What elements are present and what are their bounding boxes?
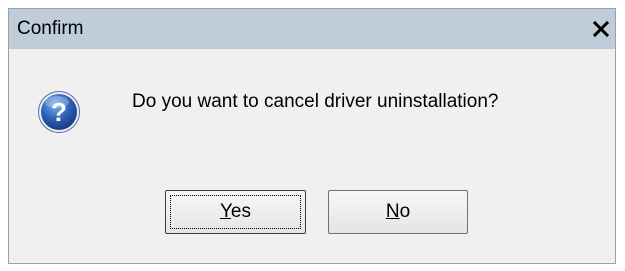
no-label-rest: o — [399, 201, 411, 222]
no-mnemonic: N — [385, 201, 400, 222]
title-bar[interactable]: Confirm — [9, 9, 615, 49]
message-text: Do you want to cancel driver uninstallat… — [132, 91, 499, 112]
svg-text:?: ? — [51, 97, 67, 127]
yes-button[interactable]: Yes — [165, 190, 306, 234]
window-title: Confirm — [17, 18, 84, 39]
question-icon: ? — [38, 91, 80, 133]
yes-button-label: Yes — [220, 201, 251, 223]
yes-label-rest: es — [230, 201, 251, 222]
close-button[interactable] — [589, 17, 613, 41]
close-icon — [593, 21, 609, 37]
confirm-dialog: Confirm ? Do you want to cancel driver u… — [8, 8, 616, 264]
no-button-label: No — [386, 201, 410, 223]
no-button[interactable]: No — [328, 190, 468, 234]
yes-mnemonic: Y — [219, 201, 231, 222]
